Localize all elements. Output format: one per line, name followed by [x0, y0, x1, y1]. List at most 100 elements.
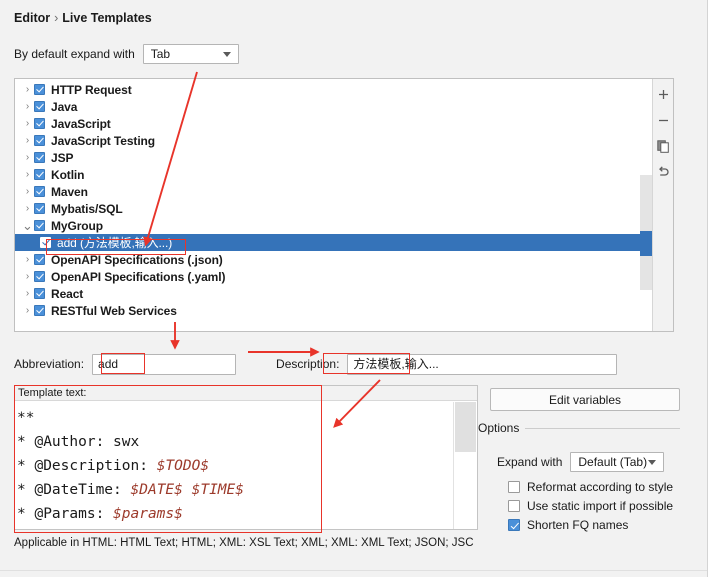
- options-divider: [525, 427, 680, 429]
- chevron-right-icon[interactable]: ›: [21, 98, 34, 115]
- live-templates-settings-page: Editor › Live Templates By default expand …: [0, 0, 708, 577]
- chevron-right-icon[interactable]: ›: [21, 251, 34, 268]
- expand-with-select[interactable]: Default (Tab): [570, 452, 665, 472]
- chevron-right-icon[interactable]: ›: [21, 132, 34, 149]
- tree-row-label: JSP: [51, 150, 74, 165]
- checkbox-checked-icon[interactable]: [34, 305, 45, 316]
- template-text-line: * @Description: $TODO$: [17, 454, 453, 478]
- tree-vertical-scrollbar[interactable]: [640, 79, 652, 331]
- template-text-editor[interactable]: ** * @Author: swx * @Description: $TODO$ * …: [15, 402, 453, 529]
- checkbox-checked-icon[interactable]: [34, 118, 45, 129]
- checkbox-box-icon: [508, 481, 520, 493]
- chevron-right-icon[interactable]: ›: [21, 166, 34, 183]
- expand-with-row: Expand with Default (Tab): [497, 452, 665, 472]
- checkbox-checked-icon[interactable]: [34, 101, 45, 112]
- template-text-panel[interactable]: Template text: ** * @Author: swx * @Descri…: [14, 385, 478, 530]
- remove-template-button[interactable]: [653, 110, 673, 131]
- checkbox-box-icon: [508, 500, 520, 512]
- chevron-down-icon: [648, 460, 657, 465]
- breadcrumb-root[interactable]: Editor: [14, 11, 50, 25]
- tree-row[interactable]: › OpenAPI Specifications (.yaml): [15, 268, 654, 285]
- edit-variables-button[interactable]: Edit variables: [490, 388, 680, 411]
- chevron-right-icon[interactable]: ›: [21, 81, 34, 98]
- abbreviation-input[interactable]: add: [92, 353, 237, 375]
- templates-tree-panel[interactable]: › HTTP Request › Java › JavaScript › JavaScript…: [14, 78, 674, 332]
- checkbox-checked-icon[interactable]: [34, 271, 45, 282]
- checkbox-checked-icon[interactable]: [34, 152, 45, 163]
- tree-row-label: Java: [51, 99, 78, 114]
- checkbox-checked-icon: [508, 519, 520, 531]
- description-input[interactable]: 方法模板,输入...: [347, 353, 618, 375]
- chevron-down-icon[interactable]: ⌄: [21, 219, 34, 232]
- template-text-scrollbar[interactable]: [453, 402, 477, 529]
- abbreviation-label: Abbreviation:: [14, 357, 85, 371]
- tree-row[interactable]: › Mybatis/SQL: [15, 200, 654, 217]
- reformat-according-to-style-label: Reformat according to style: [527, 480, 674, 494]
- chevron-right-icon[interactable]: ›: [21, 268, 34, 285]
- template-variable: $params$: [113, 506, 183, 522]
- chevron-right-icon[interactable]: ›: [21, 183, 34, 200]
- tree-row[interactable]: › HTTP Request: [15, 81, 654, 98]
- checkbox-checked-icon[interactable]: [34, 169, 45, 180]
- checkbox-checked-icon[interactable]: [34, 254, 45, 265]
- tree-scrollbar-thumb[interactable]: [640, 231, 652, 256]
- tree-row-label: HTTP Request: [51, 82, 132, 97]
- default-expand-select[interactable]: Tab: [142, 44, 239, 64]
- chevron-right-icon[interactable]: ›: [21, 285, 34, 302]
- use-static-import-checkbox[interactable]: Use static import if possible: [508, 499, 673, 513]
- tree-row-label: OpenAPI Specifications (.yaml): [51, 269, 226, 284]
- default-expand-label: By default expand with: [14, 47, 135, 61]
- tree-row-label: RESTful Web Services: [51, 303, 177, 318]
- tree-row[interactable]: › React: [15, 285, 654, 302]
- chevron-right-icon[interactable]: ›: [21, 200, 34, 217]
- template-variable: $TODO$: [156, 458, 210, 474]
- templates-tree-list[interactable]: › HTTP Request › Java › JavaScript › JavaScript…: [15, 79, 654, 319]
- tree-row-label: Mybatis/SQL: [51, 201, 123, 216]
- tree-row[interactable]: add (方法模板,输入...): [15, 234, 654, 251]
- checkbox-checked-icon[interactable]: [34, 203, 45, 214]
- tree-row[interactable]: ⌄ MyGroup: [15, 217, 654, 234]
- tree-toolbar: [652, 79, 673, 331]
- expand-with-value: Default (Tab): [578, 455, 648, 469]
- template-text-scrollbar-thumb[interactable]: [455, 402, 476, 452]
- tree-row[interactable]: › Maven: [15, 183, 654, 200]
- template-text-line: **: [17, 406, 453, 430]
- template-literal: * @Params:: [17, 506, 114, 522]
- template-text-line: * @DateTime: $DATE$ $TIME$: [17, 478, 453, 502]
- checkbox-checked-icon[interactable]: [34, 135, 45, 146]
- description-label: Description:: [276, 357, 340, 371]
- duplicate-template-button[interactable]: [653, 136, 673, 157]
- tree-row[interactable]: › JavaScript: [15, 115, 654, 132]
- tree-row-label: Kotlin: [51, 167, 85, 182]
- reformat-according-to-style-checkbox[interactable]: Reformat according to style: [508, 480, 673, 494]
- add-template-button[interactable]: [653, 84, 673, 105]
- checkbox-checked-icon[interactable]: [34, 220, 45, 231]
- revert-template-button[interactable]: [653, 162, 673, 183]
- tree-row[interactable]: › RESTful Web Services: [15, 302, 654, 319]
- tree-row[interactable]: › Kotlin: [15, 166, 654, 183]
- shorten-fq-names-checkbox[interactable]: Shorten FQ names: [508, 518, 628, 532]
- chevron-right-icon[interactable]: ›: [21, 149, 34, 166]
- options-group-header: Options: [478, 421, 680, 435]
- tree-row[interactable]: › OpenAPI Specifications (.json): [15, 251, 654, 268]
- options-title: Options: [478, 421, 520, 435]
- expand-with-label: Expand with: [497, 455, 563, 469]
- chevron-right-icon[interactable]: ›: [21, 302, 34, 319]
- chevron-right-icon[interactable]: ›: [21, 115, 34, 132]
- bottom-divider: [0, 570, 707, 571]
- template-text-caption: Template text:: [15, 386, 477, 401]
- tree-row[interactable]: › JavaScript Testing: [15, 132, 654, 149]
- template-text-line: * @Author: swx: [17, 430, 453, 454]
- checkbox-checked-icon[interactable]: [34, 186, 45, 197]
- tree-row[interactable]: › Java: [15, 98, 654, 115]
- chevron-down-icon: [222, 52, 231, 57]
- checkbox-checked-icon[interactable]: [34, 288, 45, 299]
- tree-row[interactable]: › JSP: [15, 149, 654, 166]
- template-literal: * @Description:: [17, 458, 157, 474]
- checkbox-checked-icon[interactable]: [40, 237, 51, 248]
- tree-row-label: add (方法模板,输入...): [57, 236, 173, 250]
- default-expand-row: By default expand with Tab: [14, 44, 239, 64]
- tree-row-label: OpenAPI Specifications (.json): [51, 252, 223, 267]
- template-literal: **: [17, 410, 35, 426]
- checkbox-checked-icon[interactable]: [34, 84, 45, 95]
